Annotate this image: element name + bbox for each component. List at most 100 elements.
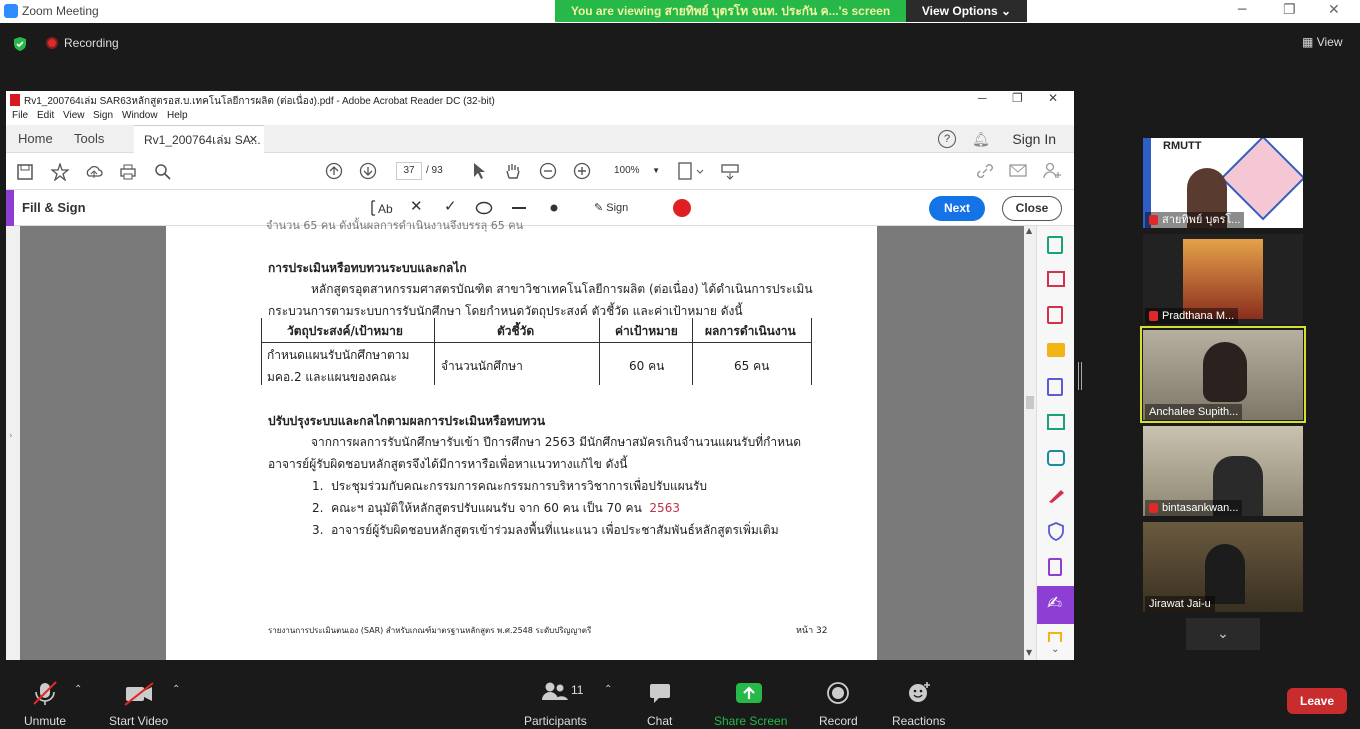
restore-icon[interactable]: ❐	[1012, 91, 1023, 105]
more-tools-icon[interactable]	[1048, 632, 1062, 642]
star-icon[interactable]	[51, 163, 69, 181]
shield-icon[interactable]	[12, 36, 28, 52]
reactions-button[interactable]	[906, 680, 932, 704]
color-picker-icon[interactable]	[673, 199, 691, 217]
document-icon[interactable]	[1048, 558, 1062, 576]
save-icon[interactable]	[16, 163, 34, 181]
view-options-button[interactable]: View Options ⌄	[906, 0, 1027, 22]
keyboard-icon[interactable]	[721, 162, 739, 180]
menu-file[interactable]: File	[12, 110, 28, 121]
add-text-icon[interactable]: Ab	[371, 199, 393, 217]
chat-label[interactable]: Chat	[647, 714, 672, 728]
help-icon[interactable]: ?	[938, 130, 956, 148]
send-track-icon[interactable]	[1047, 450, 1065, 466]
close-icon[interactable]: ✕	[1048, 91, 1058, 105]
zoom-out-icon[interactable]	[539, 162, 557, 180]
comment-icon[interactable]	[1047, 343, 1065, 357]
scroll-up-icon[interactable]: ▲	[1026, 226, 1032, 235]
unmute-label[interactable]: Unmute	[24, 714, 66, 728]
gallery-next-button[interactable]: ⌄	[1186, 618, 1260, 650]
zoom-level-select[interactable]: 100% ▼	[606, 162, 660, 180]
tab-tools[interactable]: Tools	[74, 125, 104, 153]
tab-home[interactable]: Home	[18, 125, 53, 153]
menu-view[interactable]: View	[63, 110, 85, 121]
circle-shape-icon[interactable]	[475, 201, 493, 215]
combine-files-icon[interactable]	[1047, 378, 1063, 396]
export-pdf-icon[interactable]	[1047, 236, 1063, 254]
menu-edit[interactable]: Edit	[37, 110, 54, 121]
record-button[interactable]	[826, 681, 850, 705]
page-layout-icon[interactable]	[678, 162, 704, 180]
chat-button[interactable]	[648, 682, 672, 704]
cursor-icon[interactable]	[472, 162, 486, 180]
fill-sign-tool-icon[interactable]: ✍︎	[1037, 586, 1074, 624]
minimize-icon[interactable]: ─	[978, 91, 987, 105]
chevron-up-icon[interactable]: ⌃	[74, 684, 82, 695]
link-icon[interactable]	[975, 162, 995, 180]
bell-icon[interactable]: 🔔︎	[972, 125, 990, 153]
menu-sign[interactable]: Sign	[93, 110, 113, 121]
leave-button[interactable]: Leave	[1287, 688, 1347, 714]
chevron-up-icon[interactable]: ⌃	[172, 684, 180, 695]
table-border	[261, 342, 812, 343]
edit-pen-icon[interactable]	[1047, 486, 1067, 504]
video-tile[interactable]: Jirawat Jai-u	[1143, 522, 1303, 612]
viewing-banner: You are viewing สายทิพย์ บุตรโท จนท. ประ…	[555, 0, 906, 22]
upload-icon[interactable]	[85, 163, 103, 181]
minimize-icon[interactable]: ─	[1238, 2, 1246, 18]
vertical-scrollbar[interactable]: ▲ ▼	[1024, 226, 1036, 660]
reactions-label[interactable]: Reactions	[892, 714, 945, 728]
compress-icon[interactable]	[1047, 414, 1065, 430]
recording-label[interactable]: Recording	[64, 36, 119, 50]
close-icon[interactable]: ✕	[1328, 2, 1340, 18]
page-down-icon[interactable]	[359, 162, 377, 180]
scroll-thumb[interactable]	[1026, 396, 1034, 409]
organize-pages-icon[interactable]	[1047, 271, 1065, 287]
sign-button[interactable]: ✎ Sign	[594, 199, 628, 217]
share-screen-button[interactable]	[736, 683, 762, 703]
check-mark-icon[interactable]: ✓	[444, 197, 457, 215]
table-cell-objective-2: มคอ.2 และแผนของคณะ	[267, 370, 397, 384]
tab-document[interactable]: Rv1_200764เล่ม SA... ✕	[134, 125, 264, 153]
video-tile[interactable]: Anchalee Supith...	[1143, 330, 1303, 420]
menu-window[interactable]: Window	[122, 110, 158, 121]
left-panel-toggle[interactable]: ›	[6, 226, 20, 660]
video-tile[interactable]: RMUTT สายทิพย์ บุตรโ...	[1143, 138, 1303, 228]
close-tab-icon[interactable]: ✕	[249, 126, 258, 154]
video-tile[interactable]: Pradthana M...	[1143, 234, 1303, 324]
mail-icon[interactable]	[1009, 163, 1029, 179]
video-tile[interactable]: bintasankwan...	[1143, 426, 1303, 516]
zoom-in-icon[interactable]	[573, 162, 591, 180]
protect-shield-icon[interactable]	[1047, 522, 1065, 542]
page-up-icon[interactable]	[325, 162, 343, 180]
cross-mark-icon[interactable]: ✕	[410, 197, 423, 215]
chevron-up-icon[interactable]: ⌃	[604, 684, 612, 695]
add-user-icon[interactable]	[1043, 162, 1063, 180]
print-icon[interactable]	[119, 163, 137, 181]
start-video-button[interactable]	[122, 680, 158, 706]
page-number-input[interactable]: 37	[396, 162, 422, 180]
menu-help[interactable]: Help	[167, 110, 188, 121]
chevron-down-icon[interactable]: ⌄	[1051, 644, 1059, 655]
start-video-label[interactable]: Start Video	[109, 714, 168, 728]
hand-icon[interactable]	[504, 162, 522, 180]
participants-button[interactable]	[540, 680, 570, 704]
splitter-handle[interactable]	[1078, 362, 1082, 390]
create-pdf-icon[interactable]	[1047, 306, 1063, 324]
maximize-icon[interactable]: ❐	[1283, 2, 1296, 18]
signature-pen-icon: ✍︎	[1047, 593, 1063, 614]
line-shape-icon[interactable]	[510, 201, 528, 215]
view-button[interactable]: ▦ View	[1302, 35, 1342, 49]
next-button[interactable]: Next	[929, 196, 985, 221]
record-label[interactable]: Record	[819, 714, 858, 728]
unmute-button[interactable]	[24, 680, 68, 706]
participants-label[interactable]: Participants	[524, 714, 587, 728]
scroll-down-icon[interactable]: ▼	[1026, 648, 1032, 657]
dot-shape-icon[interactable]	[545, 201, 563, 215]
doc-para2-line2: อาจารย์ผู้รับผิดชอบหลักสูตรจึงได้มีการหา…	[268, 457, 628, 471]
close-button[interactable]: Close	[1002, 196, 1062, 221]
table-header-target: ค่าเป้าหมาย	[615, 324, 678, 338]
search-icon[interactable]	[154, 163, 172, 181]
share-screen-label[interactable]: Share Screen	[714, 714, 787, 728]
sign-in-link[interactable]: Sign In	[1012, 125, 1056, 153]
